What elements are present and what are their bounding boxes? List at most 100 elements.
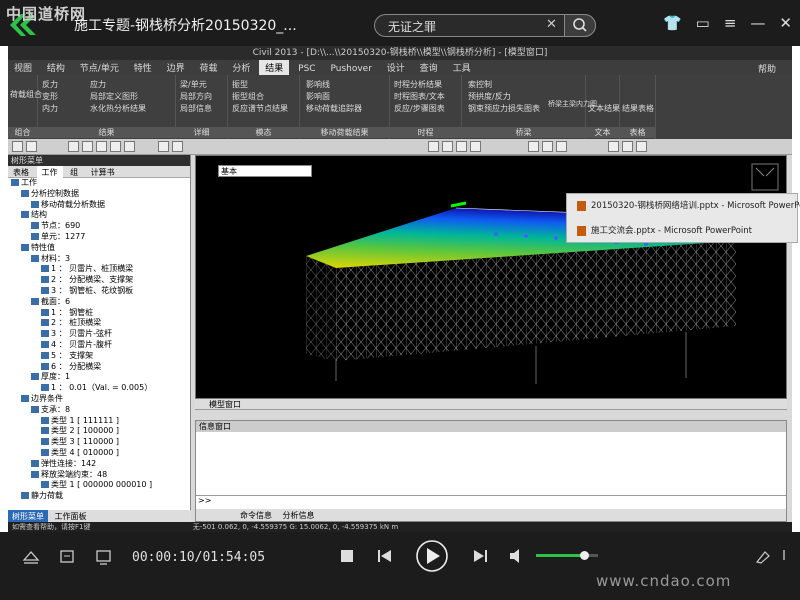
volume-icon[interactable] xyxy=(510,549,519,563)
menu-item[interactable]: 视图 xyxy=(8,60,38,75)
tree-node[interactable]: 2 ： 分配横梁、支撑架 xyxy=(8,275,190,286)
tree-node[interactable]: 结构 xyxy=(8,210,190,221)
menu-item[interactable]: 结构 xyxy=(41,60,71,75)
popup-item[interactable]: 20150320-钢栈桥网络培训.pptx - Microsoft PowerP… xyxy=(567,194,800,219)
tab-command-info[interactable]: 命令信息 xyxy=(236,509,276,522)
ribbon-item[interactable]: 应力 xyxy=(90,79,106,90)
playlist-icon[interactable] xyxy=(60,550,74,563)
toolbar-button[interactable] xyxy=(428,141,439,152)
ribbon-item[interactable]: 振型 xyxy=(232,79,248,90)
toolbar-button[interactable] xyxy=(82,141,93,152)
popup-item[interactable]: 施工交流会.pptx - Microsoft PowerPoint xyxy=(567,219,797,244)
ribbon-item[interactable]: 影响线 xyxy=(306,79,330,90)
toolbar-button[interactable] xyxy=(470,141,481,152)
snapshot-icon[interactable] xyxy=(755,551,770,564)
menu-item[interactable]: 查询 xyxy=(414,60,444,75)
ribbon-item[interactable]: 影响面 xyxy=(306,91,330,102)
toolbar-button[interactable] xyxy=(96,141,107,152)
menu-item[interactable]: 边界 xyxy=(161,60,191,75)
tree-node[interactable]: 单元：1277 xyxy=(8,232,190,243)
screen-icon[interactable] xyxy=(96,550,111,565)
menu-item[interactable]: PSC xyxy=(292,63,321,75)
search-box[interactable]: 无证之罪 ✕ xyxy=(374,14,596,37)
menu-item[interactable]: Pushover xyxy=(324,63,377,75)
ribbon-item[interactable]: 变形 xyxy=(42,91,58,102)
tree-node[interactable]: 类型 3 [ 110000 ] xyxy=(8,437,190,448)
tree-node[interactable]: 弹性连接：142 xyxy=(8,459,190,470)
toolbar-button[interactable] xyxy=(636,141,647,152)
search-button[interactable] xyxy=(564,14,596,37)
tree-node[interactable]: 类型 2 [ 100000 ] xyxy=(8,426,190,437)
search-input[interactable]: 无证之罪 xyxy=(388,18,436,35)
ribbon-item[interactable]: 水化热分析结果 xyxy=(90,103,146,114)
ribbon-item[interactable]: 钢束预应力损失图表 xyxy=(468,103,540,114)
toolbar-button[interactable] xyxy=(124,141,135,152)
ribbon-item[interactable]: 反应谱节点结果 xyxy=(232,103,288,114)
ribbon-item[interactable]: 振型组合 xyxy=(232,91,264,102)
shirt-icon[interactable]: 👕 xyxy=(663,14,682,32)
menu-item[interactable]: 设计 xyxy=(381,60,411,75)
toolbar-button[interactable] xyxy=(456,141,467,152)
toolbar-button[interactable] xyxy=(608,141,619,152)
tree-node[interactable]: 分析控制数据 xyxy=(8,189,190,200)
command-input[interactable]: >> xyxy=(196,495,786,507)
toolbar-button[interactable] xyxy=(158,141,169,152)
menu-item[interactable]: 分析 xyxy=(226,60,256,75)
tree-node[interactable]: 6 ： 分配横梁 xyxy=(8,362,190,373)
volume-slider[interactable] xyxy=(536,551,598,560)
tree-node[interactable]: 1 ： 钢管桩 xyxy=(8,308,190,319)
eject-icon[interactable] xyxy=(22,551,40,564)
tab-model-window[interactable]: 模型窗口 xyxy=(195,400,241,409)
tab-analysis-info[interactable]: 分析信息 xyxy=(279,509,319,522)
chat-icon[interactable]: ▭ xyxy=(696,14,710,32)
ribbon-item[interactable]: 内力 xyxy=(42,103,58,114)
help-menu[interactable]: 帮助 xyxy=(752,61,782,76)
toolbar-button[interactable] xyxy=(528,141,539,152)
result-table-button[interactable]: 结果表格 xyxy=(622,103,654,114)
menu-icon[interactable]: ≡ xyxy=(724,14,737,32)
prev-icon[interactable] xyxy=(378,550,391,562)
ribbon-item[interactable]: 移动荷载追踪器 xyxy=(306,103,362,114)
menu-item-active[interactable]: 结果 xyxy=(259,60,290,75)
ribbon-item[interactable]: 时程分析结果 xyxy=(394,79,442,90)
tree-node[interactable]: 类型 1 [ 000000 000010 ] xyxy=(8,480,190,491)
toolbar-button[interactable] xyxy=(26,141,37,152)
tree-node[interactable]: 边界条件 xyxy=(8,394,190,405)
tree-node[interactable]: 5 ： 支撑架 xyxy=(8,351,190,362)
ribbon-item[interactable]: 索控制 xyxy=(468,79,492,90)
tree-node[interactable]: 特性值 xyxy=(8,243,190,254)
menu-item[interactable]: 节点/单元 xyxy=(74,60,125,75)
ribbon-item[interactable]: 预拱度/反力 xyxy=(468,91,511,102)
next-icon[interactable] xyxy=(474,550,487,562)
tree-node[interactable]: 材料：3 xyxy=(8,254,190,265)
clear-icon[interactable]: ✕ xyxy=(546,17,557,32)
tree-node[interactable]: 厚度：1 xyxy=(8,372,190,383)
toolbar-button[interactable] xyxy=(542,141,553,152)
close-icon[interactable]: ✕ xyxy=(779,14,792,32)
tree-node[interactable]: 移动荷载分析数据 xyxy=(8,200,190,211)
tree-node[interactable]: 2 ： 桩顶横梁 xyxy=(8,318,190,329)
tree-node[interactable]: 1 ： 贝雷片、桩顶横梁 xyxy=(8,264,190,275)
toolbar-button[interactable] xyxy=(12,141,23,152)
tree-node[interactable]: 静力荷载 xyxy=(8,491,190,502)
tree-node[interactable]: 1 ： 0.01（Val. = 0.005） xyxy=(8,383,190,394)
ribbon-item[interactable]: 反应/步骤图表 xyxy=(394,103,445,114)
ribbon-item[interactable]: 局部方向 xyxy=(180,91,212,102)
view-cube-icon[interactable] xyxy=(751,163,779,191)
menu-item[interactable]: 特性 xyxy=(128,60,158,75)
toolbar-button[interactable] xyxy=(172,141,183,152)
tree-node[interactable]: 工作 xyxy=(8,178,190,189)
ribbon-item[interactable]: 梁/单元 xyxy=(180,79,207,90)
tree-node[interactable]: 节点：690 xyxy=(8,221,190,232)
menu-item[interactable]: 工具 xyxy=(447,60,477,75)
toolbar-button[interactable] xyxy=(622,141,633,152)
tree-node[interactable]: 释放梁端约束：48 xyxy=(8,470,190,481)
toolbar-button[interactable] xyxy=(442,141,453,152)
toolbar-button[interactable] xyxy=(68,141,79,152)
toolbar-button[interactable] xyxy=(110,141,121,152)
tree-node[interactable]: 3 ： 钢管桩、花纹钢板 xyxy=(8,286,190,297)
ribbon-item[interactable]: 局部信息 xyxy=(180,103,212,114)
ribbon-item[interactable]: 局部定义图形 xyxy=(90,91,138,102)
tree-node[interactable]: 截面：6 xyxy=(8,297,190,308)
tree-node[interactable]: 类型 1 [ 111111 ] xyxy=(8,416,190,427)
